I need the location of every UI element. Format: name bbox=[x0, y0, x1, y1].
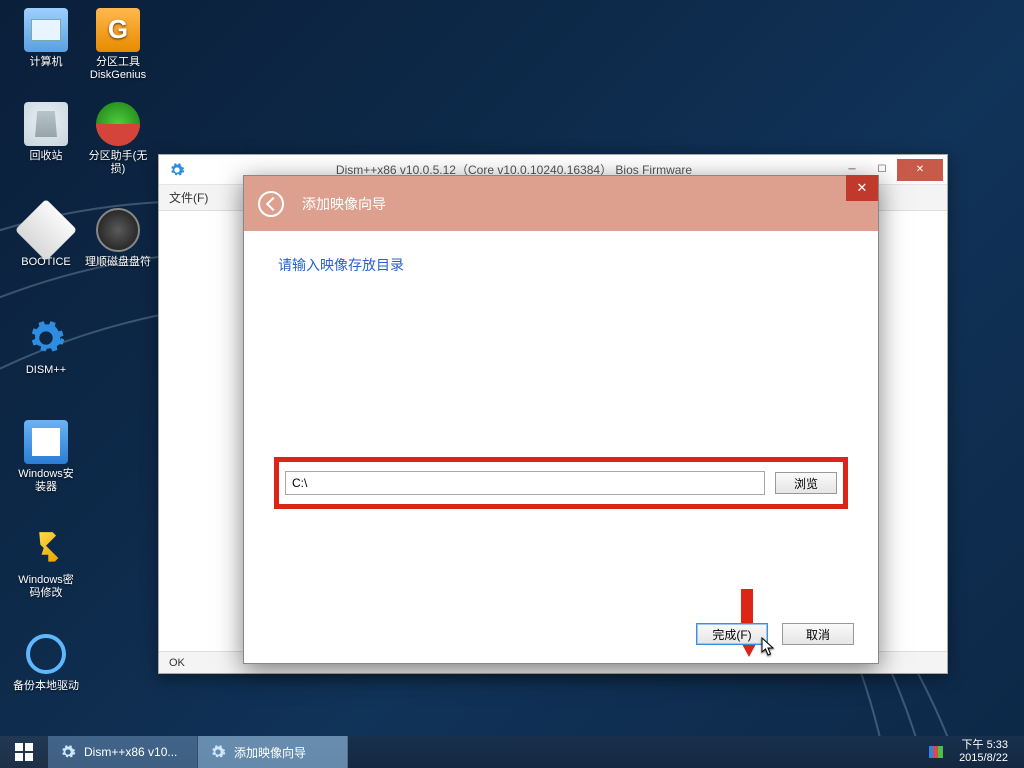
tray-icon[interactable] bbox=[929, 746, 943, 758]
wizard-title: 添加映像向导 bbox=[302, 194, 386, 214]
monitor-icon bbox=[24, 8, 68, 52]
hdd-icon bbox=[96, 208, 140, 252]
gear-icon bbox=[24, 316, 68, 360]
disc-icon bbox=[96, 102, 140, 146]
icon-label: 分区工具 DiskGenius bbox=[84, 56, 152, 82]
desktop-icon-dismpp[interactable]: DISM++ bbox=[12, 316, 80, 377]
taskbar-item-label: 添加映像向导 bbox=[234, 744, 306, 761]
back-button[interactable] bbox=[258, 191, 284, 217]
desktop-icon-windows-installer[interactable]: Windows安 装器 bbox=[12, 420, 80, 494]
taskbar-clock[interactable]: 下午 5:33 2015/8/22 bbox=[953, 737, 1014, 766]
finish-button[interactable]: 完成(F) bbox=[696, 623, 768, 645]
add-image-wizard-dialog: 添加映像向导 ✕ 请输入映像存放目录 浏览 完成(F) 取消 bbox=[243, 175, 879, 664]
start-button[interactable] bbox=[0, 736, 48, 768]
box-icon bbox=[24, 420, 68, 464]
desktop-icon-disk-letter[interactable]: 理顺磁盘盘符 bbox=[84, 208, 152, 269]
recycle-bin-icon bbox=[24, 102, 68, 146]
menu-file[interactable]: 文件(F) bbox=[169, 189, 208, 206]
annotation-highlight-frame: 浏览 bbox=[274, 457, 848, 509]
icon-label: DISM++ bbox=[12, 364, 80, 377]
close-button[interactable]: ✕ bbox=[897, 159, 943, 181]
desktop-icon-backup-drive[interactable]: 备份本地驱动 bbox=[12, 632, 80, 693]
taskbar: Dism++x86 v10... 添加映像向导 下午 5:33 2015/8/2… bbox=[0, 736, 1024, 768]
taskbar-item-wizard[interactable]: 添加映像向导 bbox=[198, 736, 348, 768]
diamond-icon bbox=[15, 199, 77, 261]
status-text: OK bbox=[169, 657, 185, 669]
gear-icon bbox=[60, 744, 76, 760]
icon-label: Windows密 码修改 bbox=[12, 574, 80, 600]
desktop-icon-diskgenius[interactable]: G 分区工具 DiskGenius bbox=[84, 8, 152, 82]
system-tray: 下午 5:33 2015/8/22 bbox=[919, 736, 1024, 768]
image-path-input[interactable] bbox=[285, 471, 765, 495]
wizard-prompt: 请输入映像存放目录 bbox=[278, 255, 844, 275]
icon-label: 分区助手(无 损) bbox=[84, 150, 152, 176]
desktop-icon-bootice[interactable]: BOOTICE bbox=[12, 208, 80, 269]
desktop-icon-computer[interactable]: 计算机 bbox=[12, 8, 80, 69]
desktop-icon-partition-assistant[interactable]: 分区助手(无 损) bbox=[84, 102, 152, 176]
clock-date: 2015/8/22 bbox=[959, 752, 1008, 765]
wizard-body: 请输入映像存放目录 浏览 完成(F) 取消 bbox=[244, 231, 878, 663]
diskgenius-icon: G bbox=[96, 8, 140, 52]
taskbar-item-label: Dism++x86 v10... bbox=[84, 745, 177, 759]
gear-icon bbox=[210, 744, 226, 760]
icon-label: 理顺磁盘盘符 bbox=[84, 256, 152, 269]
icon-label: Windows安 装器 bbox=[12, 468, 80, 494]
gear-icon bbox=[169, 162, 185, 178]
cancel-button[interactable]: 取消 bbox=[782, 623, 854, 645]
desktop-icon-windows-password[interactable]: Windows密 码修改 bbox=[12, 526, 80, 600]
browse-button[interactable]: 浏览 bbox=[775, 472, 837, 494]
magnify-icon bbox=[24, 632, 68, 676]
desktop-icon-recycle-bin[interactable]: 回收站 bbox=[12, 102, 80, 163]
key-icon bbox=[24, 526, 68, 570]
close-button[interactable]: ✕ bbox=[846, 175, 878, 201]
icon-label: 计算机 bbox=[12, 56, 80, 69]
clock-time: 下午 5:33 bbox=[959, 739, 1008, 752]
wizard-footer: 完成(F) 取消 bbox=[696, 623, 854, 645]
wizard-header[interactable]: 添加映像向导 ✕ bbox=[244, 176, 878, 231]
icon-label: 回收站 bbox=[12, 150, 80, 163]
icon-label: 备份本地驱动 bbox=[12, 680, 80, 693]
taskbar-item-dism[interactable]: Dism++x86 v10... bbox=[48, 736, 198, 768]
